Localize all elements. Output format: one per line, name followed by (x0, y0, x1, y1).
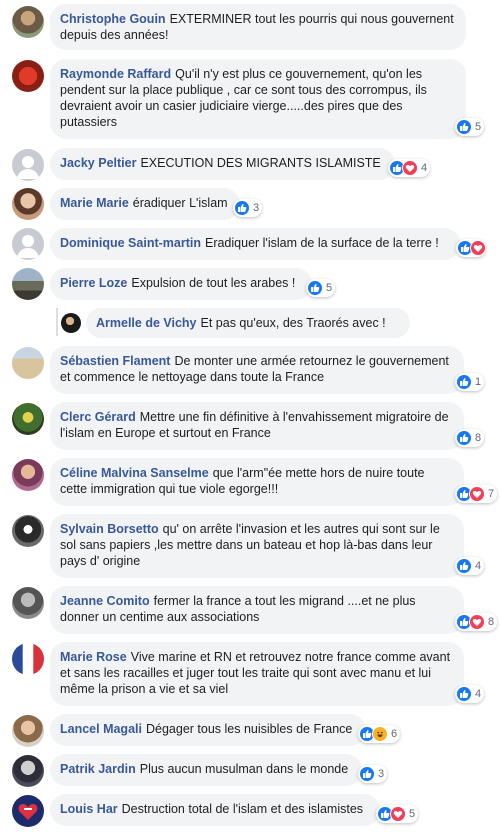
comment-bubble: Raymonde Raffard Qu'il n'y est plus ce go… (50, 59, 466, 139)
avatar[interactable] (12, 6, 44, 38)
avatar[interactable] (12, 149, 44, 181)
like-icon (456, 686, 472, 702)
comment-bubble: Dominique Saint-martin Eradiquer l'islam … (50, 228, 460, 260)
comment-bubble: Sylvain Borsetto qu' on arrête l'invasion… (50, 514, 464, 578)
comment-author[interactable]: Sylvain Borsetto (60, 522, 159, 536)
comment-text: Plus aucun musulman dans le monde (139, 762, 349, 776)
comment-author[interactable]: Jacky Peltier (60, 156, 136, 170)
reaction-count: 8 (475, 432, 482, 444)
reactions[interactable]: 7 (455, 485, 498, 503)
reply-thread-line (56, 308, 58, 336)
avatar[interactable] (12, 228, 44, 260)
reaction-count: 3 (378, 768, 385, 780)
comment-text: Expulsion de tout les arabes ! (131, 276, 296, 290)
reaction-count: 4 (475, 688, 482, 700)
comment-author[interactable]: Pierre Loze (60, 276, 127, 290)
comment-bubble: Armelle de Vichy Et pas qu'eux, des Traor… (86, 308, 410, 338)
avatar[interactable] (12, 459, 44, 491)
like-icon (456, 119, 472, 135)
reaction-count: 7 (488, 488, 495, 500)
comment-bubble: Céline Malvina Sanselme que l'arm"ée mett… (50, 458, 464, 506)
reactions[interactable]: 3 (233, 199, 263, 217)
love-icon (469, 486, 485, 502)
comment-author[interactable]: Christophe Gouin (60, 12, 166, 26)
comment-author[interactable]: Lancel Magali (60, 722, 142, 736)
comment-bubble: Marie Rose Vive marine et RN et retrouvez… (50, 642, 464, 706)
love-icon (470, 240, 486, 256)
comment-text: Eradiquer l'islam de la surface de la te… (204, 236, 439, 250)
love-icon (469, 614, 485, 630)
like-icon (456, 558, 472, 574)
reactions[interactable]: 4 (388, 159, 431, 177)
comment-bubble: Patrik Jardin Plus aucun musulman dans le… (50, 754, 362, 786)
comment-author[interactable]: Céline Malvina Sanselme (60, 466, 209, 480)
comment-text: Dégager tous les nuisibles de France (145, 722, 353, 736)
reaction-count: 5 (326, 282, 333, 294)
comment-text: éradiquer L'islam (132, 196, 228, 210)
avatar[interactable] (12, 587, 44, 619)
comment-bubble: Jeanne Comito fermer la france a tout les… (50, 586, 464, 634)
reaction-count: 4 (475, 560, 482, 572)
comment-bubble: Louis Har Destruction total de l'islam et… (50, 794, 380, 826)
avatar[interactable] (61, 313, 81, 333)
reactions[interactable]: 8 (455, 613, 498, 631)
reactions[interactable]: 5 (306, 279, 336, 297)
reaction-count: 3 (253, 202, 260, 214)
comment-author[interactable]: Marie Rose (60, 650, 127, 664)
reactions[interactable]: 3 (358, 765, 388, 783)
comment-bubble: Marie Marie éradiquer L'islam (50, 188, 240, 220)
like-icon (359, 766, 375, 782)
reactions[interactable]: 8 (455, 429, 485, 447)
comment-bubble: Sébastien Flament De monter une armée ret… (50, 346, 464, 394)
avatar[interactable] (12, 715, 44, 747)
haha-icon (372, 726, 388, 742)
reactions[interactable]: 4 (455, 557, 485, 575)
comment-author[interactable]: Armelle de Vichy (96, 316, 197, 330)
reaction-count: 4 (421, 162, 428, 174)
like-icon (307, 280, 323, 296)
avatar[interactable] (12, 188, 44, 220)
comment-text: Et pas qu'eux, des Traorés avec ! (200, 316, 386, 330)
avatar[interactable] (12, 643, 44, 675)
avatar[interactable] (12, 403, 44, 435)
reaction-count: 1 (475, 376, 482, 388)
avatar[interactable] (12, 268, 44, 300)
comment-author[interactable]: Marie Marie (60, 196, 129, 210)
comment-text: EXECUTION DES MIGRANTS ISLAMISTE (140, 156, 381, 170)
comment-text: Destruction total de l'islam et des isla… (121, 802, 364, 816)
avatar[interactable] (12, 755, 44, 787)
comment-author[interactable]: Patrik Jardin (60, 762, 136, 776)
like-icon (456, 430, 472, 446)
avatar[interactable] (12, 795, 44, 827)
comment-author[interactable]: Jeanne Comito (60, 594, 150, 608)
like-icon (234, 200, 250, 216)
avatar[interactable] (12, 347, 44, 379)
reactions[interactable]: 4 (455, 685, 485, 703)
reaction-count: 5 (409, 808, 416, 820)
reactions[interactable]: 1 (455, 373, 485, 391)
avatar[interactable] (12, 515, 44, 547)
comment-author[interactable]: Sébastien Flament (60, 354, 170, 368)
comment-author[interactable]: Clerc Gérard (60, 410, 136, 424)
love-icon (402, 160, 418, 176)
comment-author[interactable]: Dominique Saint-martin (60, 236, 201, 250)
comment-author[interactable]: Louis Har (60, 802, 118, 816)
comment-bubble: Pierre Loze Expulsion de tout les arabes … (50, 268, 312, 300)
like-icon (456, 374, 472, 390)
comment-bubble: Clerc Gérard Mettre une fin définitive à … (50, 402, 464, 450)
comment-bubble: Lancel Magali Dégager tous les nuisibles … (50, 714, 366, 746)
love-icon (390, 806, 406, 822)
comment-author[interactable]: Raymonde Raffard (60, 67, 171, 81)
reactions[interactable]: 5 (376, 805, 419, 823)
reactions[interactable]: 6 (358, 725, 401, 743)
comment-bubble: Jacky Peltier EXECUTION DES MIGRANTS ISLA… (50, 148, 395, 180)
reaction-count: 8 (488, 616, 495, 628)
reactions[interactable] (456, 239, 486, 257)
comment-bubble: Christophe Gouin EXTERMINER tout les pour… (50, 4, 466, 50)
reaction-count: 5 (475, 121, 482, 133)
reactions[interactable]: 5 (455, 118, 485, 136)
avatar[interactable] (12, 60, 44, 92)
reaction-count: 6 (391, 728, 398, 740)
